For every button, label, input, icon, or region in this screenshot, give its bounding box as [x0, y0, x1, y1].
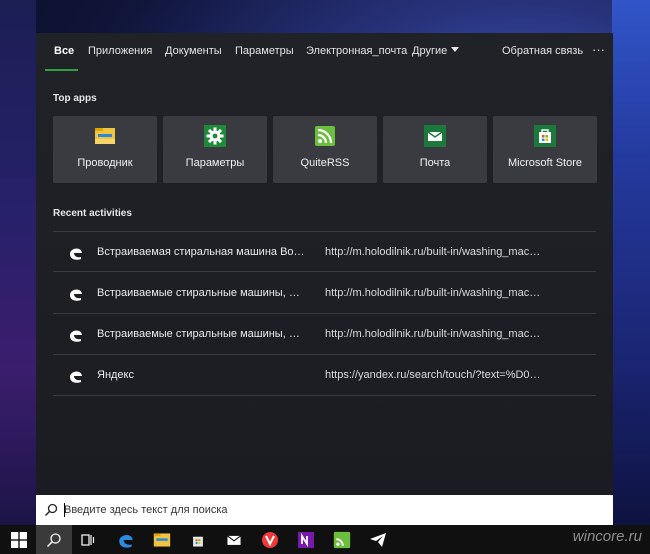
recent-activity-item[interactable]: Встраиваемая стиральная машина Bosch htt… — [53, 231, 596, 272]
recent-activity-item[interactable]: Встраиваемые стиральные машины, в интерн… — [53, 314, 596, 355]
taskbar-edge[interactable] — [108, 525, 144, 554]
search-panel: Все Приложения Документы Параметры Элект… — [36, 33, 613, 495]
store-icon — [534, 125, 556, 147]
more-options-button[interactable]: ··· — [592, 42, 605, 57]
activity-title: Яндекс — [97, 369, 134, 381]
taskbar-mail[interactable] — [216, 525, 252, 554]
taskbar-search-button[interactable] — [36, 525, 72, 554]
filter-tabs: Все Приложения Документы Параметры Элект… — [36, 33, 613, 71]
recent-activity-item[interactable]: Яндекс https://yandex.ru/search/touch/?t… — [53, 355, 596, 396]
app-label: Параметры — [185, 157, 245, 169]
watermark: wincore.ru — [572, 528, 642, 545]
activity-url: http://m.holodilnik.ru/built-in/washing_… — [325, 328, 545, 340]
activity-url: http://m.holodilnik.ru/built-in/washing_… — [325, 287, 545, 299]
onenote-icon — [298, 532, 314, 548]
feedback-link[interactable]: Обратная связь — [502, 45, 583, 57]
file-explorer-icon — [95, 128, 115, 144]
app-tile-mail[interactable]: Почта — [383, 116, 487, 183]
search-icon — [46, 533, 61, 548]
activity-title: Встраиваемые стиральные машины, в интерн… — [97, 287, 305, 299]
rss-icon — [315, 126, 335, 146]
settings-gear-icon — [204, 125, 226, 147]
app-label: Проводник — [77, 157, 133, 169]
store-icon — [193, 536, 203, 547]
desktop-wallpaper-right — [612, 0, 650, 525]
edge-icon — [70, 289, 82, 301]
tab-apps[interactable]: Приложения — [88, 45, 152, 57]
taskbar-onenote[interactable] — [288, 525, 324, 554]
app-label: QuiteRSS — [300, 157, 350, 169]
app-label: Почта — [419, 157, 451, 169]
app-tile-explorer[interactable]: Проводник — [53, 116, 157, 183]
edge-icon — [119, 535, 133, 548]
search-box[interactable] — [36, 495, 613, 525]
tab-all[interactable]: Все — [54, 45, 74, 57]
text-cursor — [64, 503, 65, 517]
start-button[interactable] — [0, 525, 36, 554]
tab-settings[interactable]: Параметры — [235, 45, 294, 57]
taskbar-vivaldi[interactable] — [252, 525, 288, 554]
file-explorer-icon — [153, 533, 171, 547]
desktop-wallpaper-left — [0, 0, 36, 525]
recent-activity-item[interactable]: Встраиваемые стиральные машины, в интерн… — [53, 273, 596, 314]
activity-title: Встраиваемая стиральная машина Bosch — [97, 246, 305, 258]
tab-email[interactable]: Электронная_почта — [306, 45, 407, 57]
app-tile-quiterss[interactable]: QuiteRSS — [273, 116, 377, 183]
active-tab-indicator — [45, 69, 78, 71]
app-label: Microsoft Store — [508, 157, 582, 169]
windows-logo-icon — [11, 532, 27, 548]
search-input[interactable] — [64, 501, 564, 519]
mail-icon — [227, 535, 241, 545]
app-tile-store[interactable]: Microsoft Store — [493, 116, 597, 183]
search-icon — [44, 503, 58, 517]
activity-url: http://m.holodilnik.ru/built-in/washing_… — [325, 246, 545, 258]
rss-icon — [333, 531, 351, 549]
tab-more-filters[interactable]: Другие — [412, 45, 460, 57]
taskbar — [0, 525, 650, 554]
mail-icon — [424, 125, 446, 147]
tab-documents[interactable]: Документы — [165, 45, 222, 57]
edge-icon — [70, 330, 82, 342]
taskbar-quiterss[interactable] — [324, 525, 360, 554]
taskbar-explorer[interactable] — [144, 525, 180, 554]
app-tile-settings[interactable]: Параметры — [163, 116, 267, 183]
taskbar-telegram[interactable] — [360, 525, 396, 554]
telegram-icon — [370, 533, 386, 547]
task-view-icon — [81, 534, 95, 546]
recent-activities-heading: Recent activities — [53, 208, 132, 219]
vivaldi-icon — [262, 532, 278, 548]
activity-url: https://yandex.ru/search/touch/?text=%D0… — [325, 369, 545, 381]
edge-icon — [70, 248, 82, 260]
chevron-down-icon — [451, 47, 460, 52]
activity-title: Встраиваемые стиральные машины, в интерн… — [97, 328, 305, 340]
edge-icon — [70, 371, 82, 383]
tab-more-label: Другие — [412, 45, 448, 57]
task-view-button[interactable] — [72, 525, 108, 554]
taskbar-store[interactable] — [180, 525, 216, 554]
top-apps-heading: Top apps — [53, 93, 97, 104]
